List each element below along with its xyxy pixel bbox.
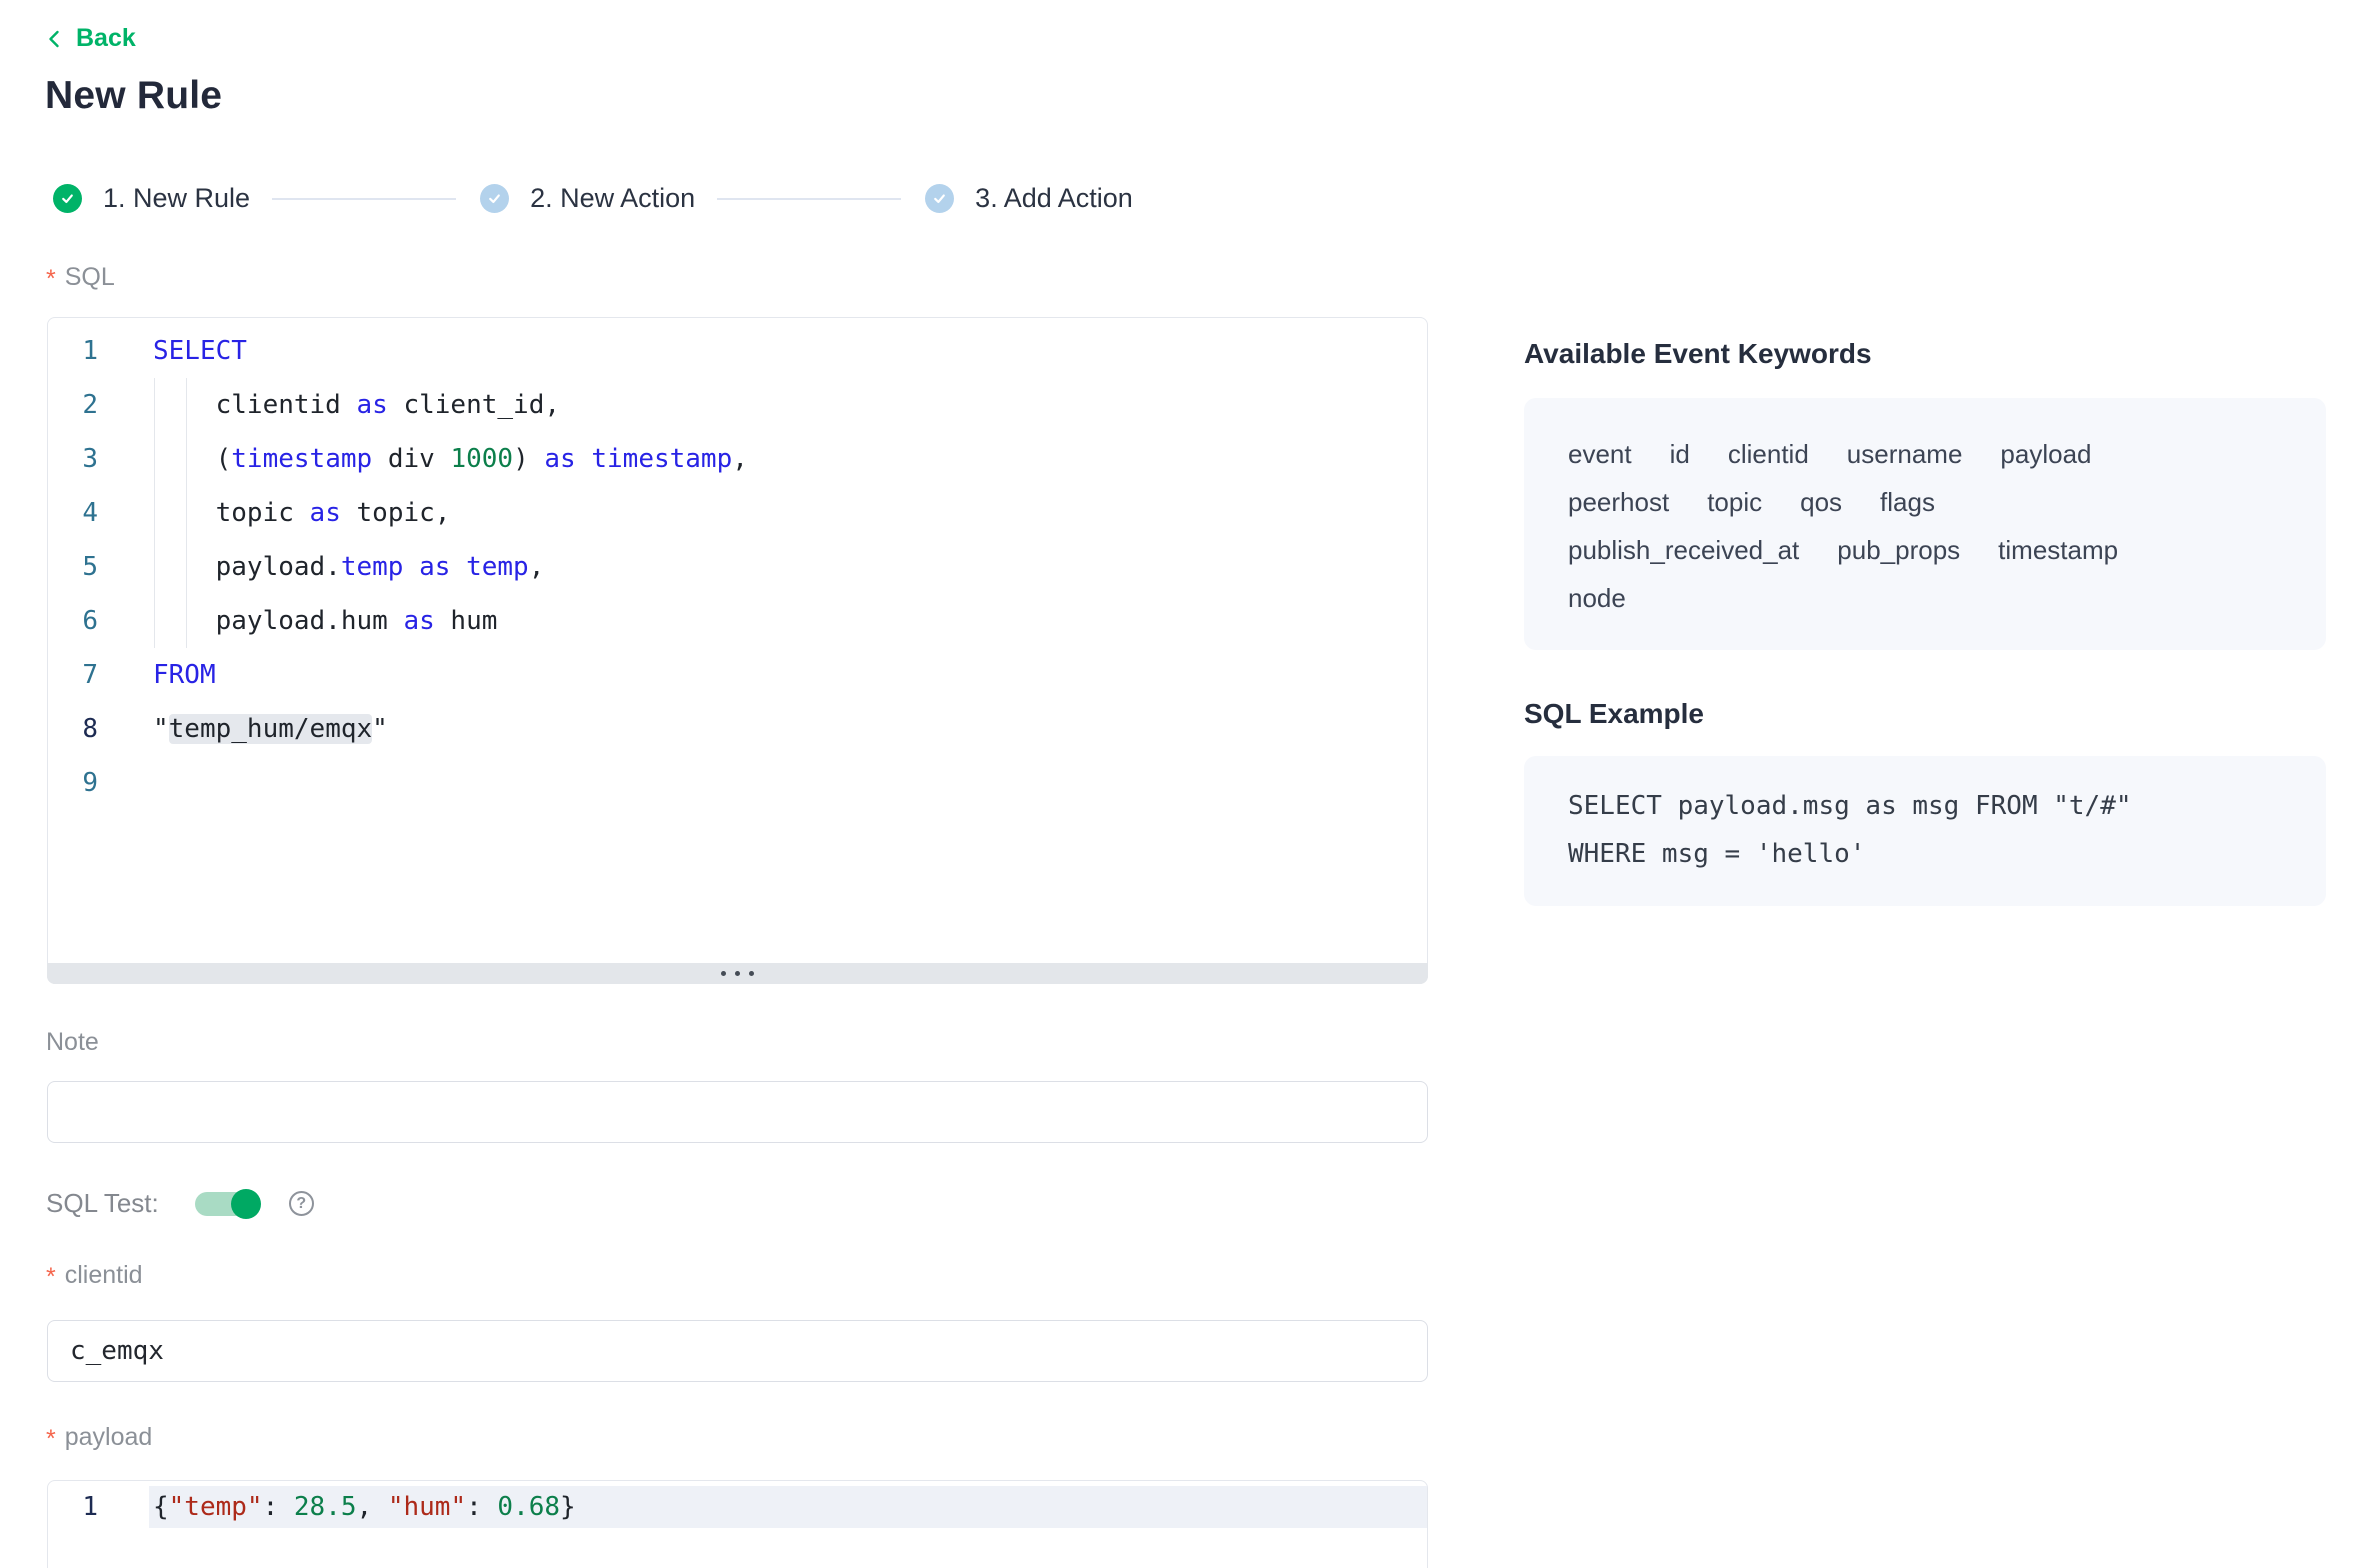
example-code-line: SELECT payload.msg as msg FROM "t/#" bbox=[1568, 782, 2282, 830]
step-check-icon bbox=[53, 184, 82, 213]
line-number: 1 bbox=[48, 1486, 153, 1528]
line-number: 7 bbox=[48, 648, 153, 702]
code-line: 9 bbox=[48, 756, 1427, 810]
keyword-row: publish_received_at pub_props timestamp bbox=[1568, 526, 2282, 574]
required-asterisk: * bbox=[46, 265, 56, 294]
sql-test-label: SQL Test: bbox=[46, 1188, 159, 1219]
line-content: payload.hum as hum bbox=[153, 594, 1427, 648]
line-number: 3 bbox=[48, 432, 153, 486]
editor-resize-handle[interactable] bbox=[47, 963, 1428, 984]
code-line: 2 clientid as client_id, bbox=[48, 378, 1427, 432]
sql-field-label: * SQL bbox=[46, 263, 115, 292]
back-link[interactable]: Back bbox=[44, 24, 136, 53]
line-content: clientid as client_id, bbox=[153, 378, 1427, 432]
line-content: {"temp": 28.5, "hum": 0.68} bbox=[149, 1486, 1427, 1528]
step-check-icon bbox=[925, 184, 954, 213]
code-line: 5 payload.temp as temp, bbox=[48, 540, 1427, 594]
keyword-item: peerhost bbox=[1568, 487, 1669, 518]
keyword-item: username bbox=[1847, 439, 1963, 470]
note-field-label: Note bbox=[46, 1028, 99, 1057]
line-number: 5 bbox=[48, 540, 153, 594]
sql-code-editor[interactable]: 1SELECT2 clientid as client_id,3 (timest… bbox=[47, 317, 1428, 984]
step-label: 3. Add Action bbox=[975, 183, 1133, 214]
required-asterisk: * bbox=[46, 1263, 56, 1292]
payload-code-editor[interactable]: 1{"temp": 28.5, "hum": 0.68} bbox=[47, 1480, 1428, 1568]
line-number: 6 bbox=[48, 594, 153, 648]
step-check-icon bbox=[480, 184, 509, 213]
line-content: topic as topic, bbox=[153, 486, 1427, 540]
sql-code-area[interactable]: 1SELECT2 clientid as client_id,3 (timest… bbox=[48, 318, 1427, 810]
keyword-item: qos bbox=[1800, 487, 1842, 518]
keyword-item: flags bbox=[1880, 487, 1935, 518]
keyword-row: peerhost topic qos flags bbox=[1568, 478, 2282, 526]
code-line: 6 payload.hum as hum bbox=[48, 594, 1427, 648]
step-item-1[interactable]: 1. New Rule bbox=[53, 183, 250, 214]
line-number: 9 bbox=[48, 756, 153, 810]
keywords-card: event id clientid username payload peerhost to… bbox=[1524, 398, 2326, 650]
line-number: 8 bbox=[48, 702, 153, 756]
sql-test-toggle[interactable] bbox=[195, 1192, 259, 1216]
clientid-field-label: * clientid bbox=[46, 1261, 143, 1290]
keyword-item: clientid bbox=[1728, 439, 1809, 470]
keyword-item: pub_props bbox=[1837, 535, 1960, 566]
sql-label-text: SQL bbox=[65, 263, 115, 292]
page-title: New Rule bbox=[45, 74, 222, 118]
step-connector bbox=[272, 198, 456, 200]
code-line: 7FROM bbox=[48, 648, 1427, 702]
payload-code-area[interactable]: 1{"temp": 28.5, "hum": 0.68} bbox=[48, 1481, 1427, 1528]
line-content: SELECT bbox=[153, 324, 1427, 378]
note-label-text: Note bbox=[46, 1028, 99, 1057]
line-content: (timestamp div 1000) as timestamp, bbox=[153, 432, 1427, 486]
keyword-row: node bbox=[1568, 574, 2282, 622]
code-line: 1{"temp": 28.5, "hum": 0.68} bbox=[48, 1486, 1427, 1528]
resize-dot-icon bbox=[749, 971, 754, 976]
line-number: 2 bbox=[48, 378, 153, 432]
keyword-item: id bbox=[1670, 439, 1690, 470]
line-number: 4 bbox=[48, 486, 153, 540]
clientid-input[interactable] bbox=[47, 1320, 1428, 1382]
clientid-label-text: clientid bbox=[65, 1261, 143, 1290]
example-heading: SQL Example bbox=[1524, 698, 1704, 730]
example-card: SELECT payload.msg as msg FROM "t/#"WHER… bbox=[1524, 756, 2326, 906]
code-line: 8"temp_hum/emqx" bbox=[48, 702, 1427, 756]
code-line: 4 topic as topic, bbox=[48, 486, 1427, 540]
step-label: 2. New Action bbox=[530, 183, 695, 214]
step-item-3[interactable]: 3. Add Action bbox=[925, 183, 1133, 214]
toggle-knob bbox=[231, 1189, 261, 1219]
steps: 1. New Rule 2. New Action 3. Add Action bbox=[53, 183, 1133, 214]
example-code-line: WHERE msg = 'hello' bbox=[1568, 830, 2282, 878]
payload-field-label: * payload bbox=[46, 1423, 152, 1452]
keyword-item: payload bbox=[2000, 439, 2091, 470]
resize-dot-icon bbox=[735, 971, 740, 976]
line-content: "temp_hum/emqx" bbox=[153, 702, 1427, 756]
help-icon[interactable]: ? bbox=[289, 1191, 314, 1216]
keyword-item: publish_received_at bbox=[1568, 535, 1799, 566]
sql-test-row: SQL Test: ? bbox=[46, 1188, 314, 1219]
keyword-item: topic bbox=[1707, 487, 1762, 518]
line-content bbox=[153, 756, 1427, 810]
keyword-item: node bbox=[1568, 583, 1626, 614]
chevron-left-icon bbox=[44, 28, 66, 50]
note-input[interactable] bbox=[47, 1081, 1428, 1143]
keyword-item: timestamp bbox=[1998, 535, 2118, 566]
line-content: payload.temp as temp, bbox=[153, 540, 1427, 594]
keyword-item: event bbox=[1568, 439, 1632, 470]
line-number: 1 bbox=[48, 324, 153, 378]
code-line: 3 (timestamp div 1000) as timestamp, bbox=[48, 432, 1427, 486]
step-connector bbox=[717, 198, 901, 200]
code-line: 1SELECT bbox=[48, 324, 1427, 378]
resize-dot-icon bbox=[721, 971, 726, 976]
keywords-heading: Available Event Keywords bbox=[1524, 338, 1872, 370]
new-rule-page: Back New Rule 1. New Rule 2. New Action 3.… bbox=[0, 0, 2356, 1568]
payload-label-text: payload bbox=[65, 1423, 153, 1452]
keyword-row: event id clientid username payload bbox=[1568, 430, 2282, 478]
step-item-2[interactable]: 2. New Action bbox=[480, 183, 695, 214]
step-label: 1. New Rule bbox=[103, 183, 250, 214]
line-content: FROM bbox=[153, 648, 1427, 702]
required-asterisk: * bbox=[46, 1425, 56, 1454]
back-label: Back bbox=[76, 24, 136, 53]
